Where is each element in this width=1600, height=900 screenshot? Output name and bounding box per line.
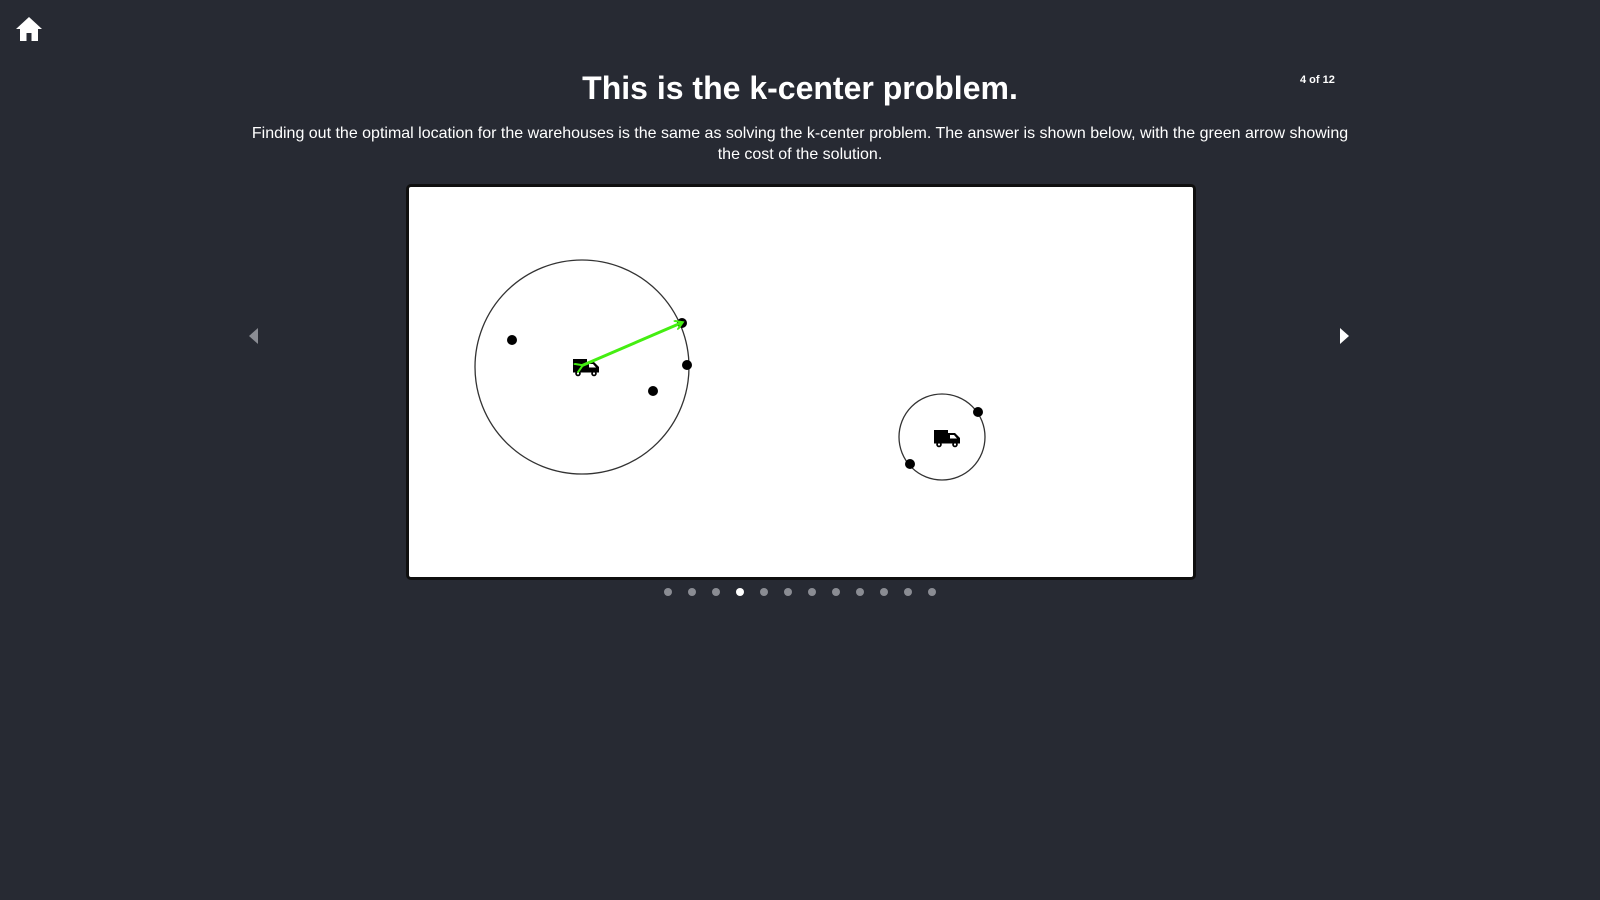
pagination-dot-10[interactable]	[880, 588, 888, 596]
pagination-dot-9[interactable]	[856, 588, 864, 596]
pagination-dot-7[interactable]	[808, 588, 816, 596]
next-slide-button[interactable]	[1336, 325, 1352, 347]
triangle-left-icon	[249, 328, 258, 344]
triangle-right-icon	[1340, 328, 1349, 344]
pagination-dot-1[interactable]	[664, 588, 672, 596]
slide-pagination	[0, 588, 1600, 596]
pagination-dot-2[interactable]	[688, 588, 696, 596]
pagination-dot-3[interactable]	[712, 588, 720, 596]
pagination-dot-12[interactable]	[928, 588, 936, 596]
previous-slide-button[interactable]	[246, 325, 262, 347]
truck-icon	[934, 430, 960, 448]
pagination-dot-4[interactable]	[736, 588, 744, 596]
cost-arrow	[581, 323, 681, 366]
truck-icon	[573, 359, 599, 377]
customer-point	[973, 407, 983, 417]
pagination-dot-6[interactable]	[784, 588, 792, 596]
k-center-canvas	[406, 184, 1196, 580]
customer-point	[507, 335, 517, 345]
page-counter: 4 of 12	[1300, 74, 1335, 86]
home-icon	[16, 17, 42, 41]
customer-point	[648, 386, 658, 396]
pagination-dot-11[interactable]	[904, 588, 912, 596]
pagination-dot-5[interactable]	[760, 588, 768, 596]
page-title: This is the k-center problem.	[582, 70, 1018, 106]
home-button[interactable]	[14, 14, 44, 44]
customer-point	[905, 459, 915, 469]
k-center-diagram	[474, 259, 986, 481]
slide-description: Finding out the optimal location for the…	[251, 125, 1349, 163]
customer-point	[682, 360, 692, 370]
pagination-dot-8[interactable]	[832, 588, 840, 596]
